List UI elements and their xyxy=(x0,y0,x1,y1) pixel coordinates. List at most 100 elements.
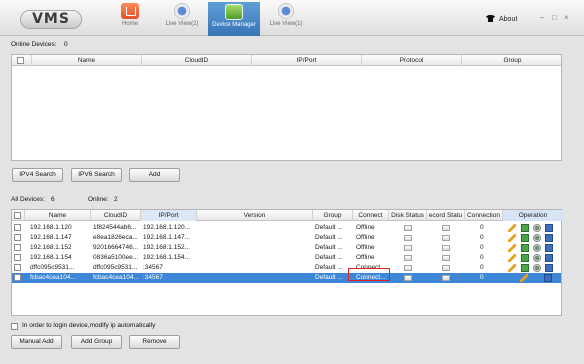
home-icon xyxy=(121,3,139,19)
settings-icon[interactable] xyxy=(533,254,541,262)
row-cloudid: dffc095c9531... xyxy=(93,264,138,271)
row-name: 192.168.1.152 xyxy=(30,244,72,251)
disk-status-icon xyxy=(404,255,412,261)
table-row[interactable]: fcbac4cea104... fcbac4cea104...:34567 Defa… xyxy=(12,273,561,283)
table-row[interactable]: dffc095c9531... dffc095c9531...:34567 Defa… xyxy=(12,263,561,273)
table-row[interactable]: 192.168.1.147 e8ea1826eca... 192.168.1.147… xyxy=(12,233,561,243)
all-devices-table[interactable]: Name CloudID IP/Port Version Group Conne… xyxy=(11,209,563,316)
all-col-ipport[interactable]: IP/Port xyxy=(141,210,197,221)
app-logo: VMS xyxy=(20,10,82,29)
table-row[interactable]: 192.168.1.154 0836a5100ee... 192.168.1.154… xyxy=(12,253,561,263)
row-group: Default ... xyxy=(315,254,343,261)
edit-icon[interactable] xyxy=(508,234,516,242)
ipv6-search-button[interactable]: IPV6 Search xyxy=(71,168,122,182)
all-col-version[interactable]: Version xyxy=(197,210,313,221)
all-select-all-checkbox[interactable] xyxy=(14,212,21,219)
device-manager-icon xyxy=(225,4,243,20)
online-col-cloudid[interactable]: CloudID xyxy=(142,55,252,66)
nav-live-view-2[interactable]: Live View(2) xyxy=(156,3,208,35)
nav-device-manager[interactable]: Device Manager xyxy=(208,2,260,36)
channel-icon[interactable] xyxy=(521,244,529,252)
table-row[interactable]: 192.168.1.120 1f824544ab6... 192.168.1.120… xyxy=(12,223,561,233)
row-checkbox[interactable] xyxy=(14,264,21,271)
config-icon[interactable] xyxy=(545,264,553,272)
config-icon[interactable] xyxy=(545,234,553,242)
settings-icon[interactable] xyxy=(533,244,541,252)
channel-icon[interactable] xyxy=(521,264,529,272)
config-icon[interactable] xyxy=(545,244,553,252)
config-icon[interactable] xyxy=(545,224,553,232)
table-row[interactable]: 192.168.1.152 92016664746... 192.168.1.152… xyxy=(12,243,561,253)
online-devices-table[interactable]: Name CloudID IP/Port Protocol Group xyxy=(11,54,562,161)
auto-modify-ip-label: In order to login device,modify ip autom… xyxy=(22,322,156,329)
add-group-button[interactable]: Add Group xyxy=(71,335,122,349)
row-checkbox[interactable] xyxy=(14,244,21,251)
row-checkbox[interactable] xyxy=(14,234,21,241)
row-connection: 0 xyxy=(480,244,484,251)
edit-icon[interactable] xyxy=(508,244,516,252)
row-ipport: 192.168.1.152... xyxy=(143,244,190,251)
row-connection: 0 xyxy=(480,274,484,281)
online-label: Online: xyxy=(88,196,109,203)
row-checkbox[interactable] xyxy=(14,224,21,231)
row-checkbox[interactable] xyxy=(14,254,21,261)
auto-modify-ip-checkbox[interactable] xyxy=(11,323,18,330)
online-col-protocol[interactable]: Protocol xyxy=(362,55,462,66)
row-version xyxy=(202,243,302,253)
online-col-ipport[interactable]: IP/Port xyxy=(252,55,362,66)
edit-icon[interactable] xyxy=(508,254,516,262)
channel-icon[interactable] xyxy=(521,224,529,232)
all-col-record-status[interactable]: ecord Statu xyxy=(427,210,465,221)
row-cloudid: e8ea1826eca... xyxy=(93,234,138,241)
row-cloudid: 92016664746... xyxy=(93,244,139,251)
nav-live-view-1[interactable]: Live View(1) xyxy=(260,3,312,35)
add-button[interactable]: Add xyxy=(129,168,180,182)
all-col-connect[interactable]: Connect xyxy=(353,210,389,221)
all-col-cloudid[interactable]: CloudID xyxy=(91,210,141,221)
row-version xyxy=(202,223,302,233)
maximize-button[interactable]: □ xyxy=(552,13,557,22)
row-name: 192.168.1.147 xyxy=(30,234,72,241)
minimize-button[interactable]: – xyxy=(540,13,544,22)
record-status-icon xyxy=(442,225,450,231)
all-col-name[interactable]: Name xyxy=(25,210,91,221)
all-col-group[interactable]: Group xyxy=(313,210,353,221)
row-connection: 0 xyxy=(480,254,484,261)
settings-icon[interactable] xyxy=(533,234,541,242)
edit-icon[interactable] xyxy=(508,264,516,272)
edit-icon[interactable] xyxy=(520,274,528,282)
settings-icon[interactable] xyxy=(533,224,541,232)
row-version xyxy=(202,253,302,263)
config-icon[interactable] xyxy=(545,254,553,262)
all-col-operation[interactable]: Operation xyxy=(503,210,563,221)
online-col-group[interactable]: Group xyxy=(462,55,563,66)
close-button[interactable]: × xyxy=(564,13,569,22)
row-ipport: 192.168.1.120... xyxy=(143,224,190,231)
config-icon[interactable] xyxy=(544,274,552,282)
row-checkbox[interactable] xyxy=(14,274,21,281)
record-status-icon xyxy=(442,265,450,271)
online-devices-label: Online Devices: xyxy=(11,41,57,48)
channel-icon[interactable] xyxy=(521,234,529,242)
all-col-disk-status[interactable]: Disk Status xyxy=(389,210,427,221)
online-select-all-checkbox[interactable] xyxy=(17,57,24,64)
all-col-connection[interactable]: Connection xyxy=(465,210,503,221)
row-connect: Offline xyxy=(356,254,375,261)
channel-icon[interactable] xyxy=(521,254,529,262)
shirt-icon xyxy=(486,15,495,22)
top-bar: VMS Home Live View(2) Device Manager Liv… xyxy=(0,0,584,36)
online-col-name[interactable]: Name xyxy=(32,55,142,66)
manual-add-button[interactable]: Manual Add xyxy=(11,335,62,349)
ipv4-search-button[interactable]: IPV4 Search xyxy=(12,168,63,182)
nav-home[interactable]: Home xyxy=(104,3,156,35)
row-group: Default ... xyxy=(315,234,343,241)
settings-icon[interactable] xyxy=(533,264,541,272)
remove-button[interactable]: Remove xyxy=(129,335,180,349)
row-cloudid: fcbac4cea104... xyxy=(93,274,139,281)
row-connect: Offline xyxy=(356,224,375,231)
edit-icon[interactable] xyxy=(508,224,516,232)
about-button[interactable]: About xyxy=(486,15,517,23)
row-ipport: :34567 xyxy=(143,274,163,281)
disk-status-icon xyxy=(404,245,412,251)
nav-home-label: Home xyxy=(121,21,138,27)
